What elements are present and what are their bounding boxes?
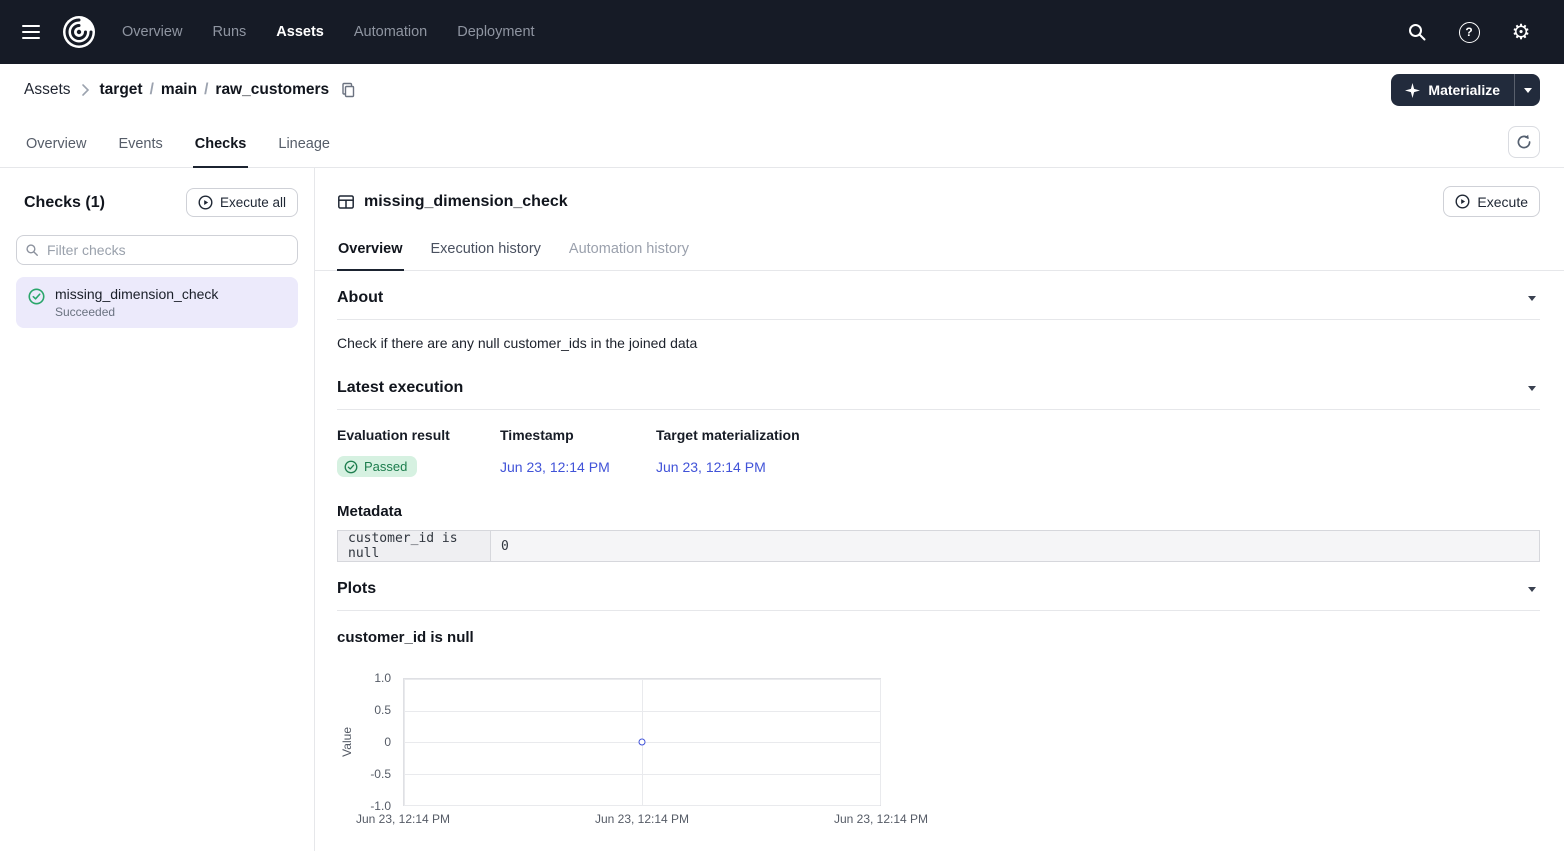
metadata-heading: Metadata: [337, 503, 1540, 520]
checks-sidebar: Checks (1) Execute all: [0, 168, 315, 851]
path-separator: /: [150, 81, 154, 99]
check-detail-title: missing_dimension_check: [364, 193, 568, 211]
column-timestamp: Timestamp: [500, 427, 656, 443]
collapse-caret-icon[interactable]: [1524, 292, 1540, 305]
materialize-button[interactable]: Materialize: [1391, 74, 1514, 106]
success-check-icon: [344, 460, 358, 474]
y-axis-ticks: 1.00.50-0.5-1.0: [355, 678, 397, 806]
x-tick-label: Jun 23, 12:14 PM: [595, 812, 689, 826]
chevron-right-icon: [81, 83, 90, 97]
collapse-caret-icon[interactable]: [1524, 382, 1540, 395]
check-status: Succeeded: [55, 305, 218, 319]
breadcrumb: Assets target / main / raw_customers: [24, 81, 356, 99]
search-icon[interactable]: [1402, 17, 1432, 47]
success-check-icon: [28, 288, 45, 319]
detail-tabs: Overview Execution history Automation hi…: [315, 229, 1564, 271]
plot-chart: Value 1.00.50-0.5-1.0 Jun 23, 12:14 PMJu…: [337, 672, 957, 842]
x-tick-label: Jun 23, 12:14 PM: [356, 812, 450, 826]
dagster-logo[interactable]: [60, 13, 98, 51]
tab-overview[interactable]: Overview: [24, 136, 88, 167]
y-tick-label: 1.0: [374, 671, 391, 685]
nav-item-overview[interactable]: Overview: [122, 24, 182, 40]
play-circle-icon: [1455, 194, 1470, 209]
path-segment: target: [100, 81, 143, 99]
sparkle-icon: [1405, 83, 1420, 98]
tab-lineage[interactable]: Lineage: [276, 136, 332, 167]
path-segment: main: [161, 81, 197, 99]
detail-tab-execution-history[interactable]: Execution history: [430, 237, 542, 270]
latest-execution-section-header: Latest execution: [337, 361, 1540, 410]
y-tick-label: 0.5: [374, 703, 391, 717]
search-icon: [25, 243, 39, 257]
collapse-caret-icon[interactable]: [1524, 583, 1540, 596]
tab-checks[interactable]: Checks: [193, 136, 249, 168]
top-navigation: Overview Runs Assets Automation Deployme…: [0, 0, 1564, 64]
y-tick-label: 0: [384, 735, 391, 749]
check-name: missing_dimension_check: [55, 286, 218, 302]
help-icon[interactable]: ?: [1454, 17, 1484, 47]
plot-title: customer_id is null: [337, 629, 1540, 646]
tab-events[interactable]: Events: [116, 136, 164, 167]
metadata-key: customer_id is null: [338, 531, 491, 562]
x-axis-ticks: Jun 23, 12:14 PMJun 23, 12:14 PMJun 23, …: [403, 812, 881, 832]
copy-icon[interactable]: [341, 82, 356, 98]
about-description: Check if there are any null customer_ids…: [337, 335, 1540, 351]
execute-button[interactable]: Execute: [1443, 186, 1540, 217]
metadata-value: 0: [491, 531, 1540, 562]
column-target-materialization: Target materialization: [656, 427, 1540, 443]
breadcrumb-row: Assets target / main / raw_customers: [0, 64, 1564, 116]
nav-item-automation[interactable]: Automation: [354, 24, 427, 40]
path-segment: raw_customers: [215, 81, 329, 99]
play-circle-icon: [198, 195, 213, 210]
plots-section-header: Plots: [337, 562, 1540, 611]
metadata-row: customer_id is null 0: [338, 531, 1540, 562]
plots-heading: Plots: [337, 580, 376, 598]
y-tick-label: -1.0: [370, 799, 391, 813]
path-separator: /: [204, 81, 208, 99]
refresh-icon[interactable]: [1508, 126, 1540, 158]
asset-check-icon: [337, 193, 355, 211]
about-heading: About: [337, 289, 383, 307]
target-materialization-link[interactable]: Jun 23, 12:14 PM: [656, 459, 1540, 475]
metadata-table: customer_id is null 0: [337, 530, 1540, 562]
nav-item-deployment[interactable]: Deployment: [457, 24, 534, 40]
nav-item-assets[interactable]: Assets: [276, 24, 324, 40]
asset-tabs-row: Overview Events Checks Lineage: [0, 116, 1564, 168]
settings-gear-icon[interactable]: ⚙: [1506, 17, 1536, 47]
detail-tab-automation-history[interactable]: Automation history: [568, 237, 690, 270]
detail-tab-overview[interactable]: Overview: [337, 237, 404, 271]
main-nav: Overview Runs Assets Automation Deployme…: [122, 24, 535, 40]
asset-key-path: target / main / raw_customers: [100, 81, 330, 99]
timestamp-link[interactable]: Jun 23, 12:14 PM: [500, 459, 656, 475]
data-point: [639, 739, 646, 746]
latest-execution-columns: Evaluation result Timestamp Target mater…: [337, 427, 1540, 443]
breadcrumb-root-link[interactable]: Assets: [24, 81, 71, 99]
check-list-item[interactable]: missing_dimension_check Succeeded: [16, 277, 298, 328]
hamburger-menu-icon[interactable]: [20, 18, 48, 46]
passed-badge: Passed: [337, 456, 417, 477]
y-axis-label: Value: [339, 678, 355, 806]
about-section-header: About: [337, 271, 1540, 320]
materialize-dropdown-caret[interactable]: [1514, 74, 1540, 106]
filter-checks-input[interactable]: [16, 235, 298, 265]
execute-all-button[interactable]: Execute all: [186, 188, 298, 217]
caret-down-icon: [1524, 88, 1532, 93]
column-evaluation-result: Evaluation result: [337, 427, 500, 443]
nav-item-runs[interactable]: Runs: [212, 24, 246, 40]
latest-execution-heading: Latest execution: [337, 379, 463, 397]
check-detail-panel: missing_dimension_check Execute Overview…: [315, 168, 1564, 851]
plot-area: [403, 678, 881, 806]
materialize-split-button: Materialize: [1391, 74, 1540, 106]
x-tick-label: Jun 23, 12:14 PM: [834, 812, 928, 826]
checks-panel-title: Checks (1): [24, 194, 105, 212]
app-window: Overview Runs Assets Automation Deployme…: [0, 0, 1564, 851]
y-tick-label: -0.5: [370, 767, 391, 781]
